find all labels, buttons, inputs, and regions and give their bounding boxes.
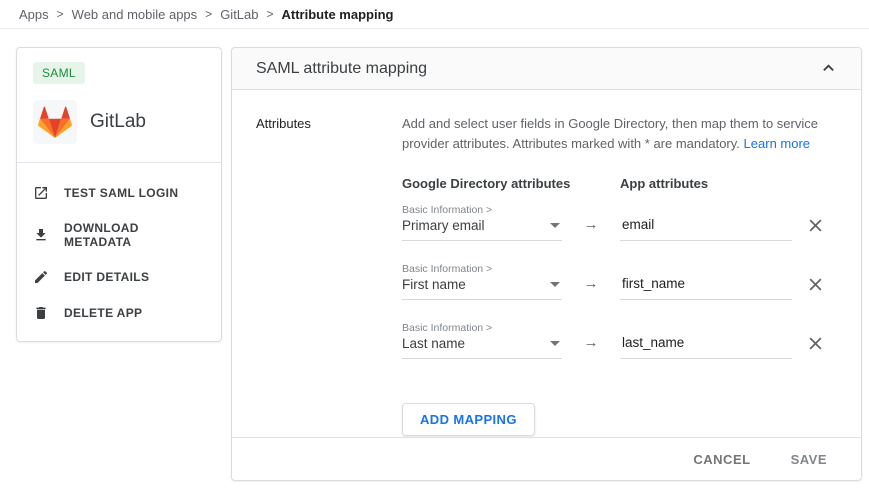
app-attribute-input[interactable] — [620, 335, 792, 359]
selected-directory-attribute: Last name — [402, 336, 562, 351]
chevron-up-icon — [822, 62, 835, 75]
panel-title: SAML attribute mapping — [256, 60, 427, 78]
directory-attribute-select[interactable]: Basic Information > Last name — [402, 322, 562, 359]
close-icon — [808, 336, 823, 351]
arrow-drop-down-icon — [550, 282, 560, 287]
app-name: GitLab — [90, 111, 146, 133]
app-actions-menu: TEST SAML LOGIN DOWNLOAD METADATA EDIT D… — [17, 163, 221, 341]
attributes-section-label: Attributes — [256, 114, 402, 437]
add-mapping-button[interactable]: ADD MAPPING — [402, 403, 535, 436]
breadcrumb-apps[interactable]: Apps — [19, 7, 49, 22]
breadcrumb-web-and-mobile-apps[interactable]: Web and mobile apps — [72, 7, 198, 22]
menu-item-label: DOWNLOAD METADATA — [64, 221, 205, 249]
mapping-table: Google Directory attributes App attribut… — [402, 176, 837, 436]
open-in-new-icon — [33, 185, 49, 201]
attributes-description: Add and select user fields in Google Dir… — [402, 114, 837, 154]
mapping-row: Basic Information > Primary email → — [402, 204, 837, 241]
app-attribute-input[interactable] — [620, 217, 792, 241]
menu-item-label: TEST SAML LOGIN — [64, 186, 178, 200]
directory-attribute-select[interactable]: Basic Information > Primary email — [402, 204, 562, 241]
close-icon — [808, 218, 823, 233]
collapse-panel-button[interactable] — [820, 60, 837, 77]
pencil-icon — [33, 269, 49, 285]
close-icon — [808, 277, 823, 292]
breadcrumb-attribute-mapping: Attribute mapping — [282, 7, 394, 22]
app-summary-card: SAML GitLab TEST SAML LOGIN — [16, 47, 222, 342]
remove-mapping-button[interactable] — [806, 216, 825, 235]
selected-directory-attribute: Primary email — [402, 218, 562, 233]
breadcrumb-separator: > — [57, 7, 64, 21]
directory-attribute-select[interactable]: Basic Information > First name — [402, 263, 562, 300]
attribute-category: Basic Information > — [402, 263, 562, 275]
attribute-category: Basic Information > — [402, 322, 562, 334]
test-saml-login-button[interactable]: TEST SAML LOGIN — [17, 175, 221, 211]
save-button[interactable]: SAVE — [779, 444, 839, 475]
cancel-button[interactable]: CANCEL — [681, 444, 762, 475]
app-identity: GitLab — [17, 98, 221, 162]
trash-icon — [33, 305, 49, 321]
saml-attribute-mapping-panel: SAML attribute mapping Attributes Add an… — [231, 47, 862, 481]
saml-badge: SAML — [33, 62, 85, 84]
attributes-section-content: Add and select user fields in Google Dir… — [402, 114, 837, 437]
breadcrumb-separator: > — [267, 7, 274, 21]
edit-details-button[interactable]: EDIT DETAILS — [17, 259, 221, 295]
mapping-row: Basic Information > First name → — [402, 263, 837, 300]
breadcrumb-gitlab[interactable]: GitLab — [220, 7, 258, 22]
menu-item-label: EDIT DETAILS — [64, 270, 149, 284]
mapping-table-header: Google Directory attributes App attribut… — [402, 176, 837, 191]
breadcrumb: Apps > Web and mobile apps > GitLab > At… — [0, 0, 869, 29]
app-attributes-column-header: App attributes — [620, 176, 708, 191]
selected-directory-attribute: First name — [402, 277, 562, 292]
google-directory-attributes-column-header: Google Directory attributes — [402, 176, 620, 191]
gitlab-tanuki-icon — [33, 100, 77, 144]
download-metadata-button[interactable]: DOWNLOAD METADATA — [17, 211, 221, 259]
right-arrow-icon: → — [562, 275, 620, 300]
remove-mapping-button[interactable] — [806, 334, 825, 353]
panel-header[interactable]: SAML attribute mapping — [232, 48, 861, 90]
attribute-category: Basic Information > — [402, 204, 562, 216]
mapping-row: Basic Information > Last name → — [402, 322, 837, 359]
panel-footer: CANCEL SAVE — [232, 437, 861, 480]
menu-item-label: DELETE APP — [64, 306, 142, 320]
app-attribute-input[interactable] — [620, 276, 792, 300]
delete-app-button[interactable]: DELETE APP — [17, 295, 221, 331]
right-arrow-icon: → — [562, 216, 620, 241]
page-content: SAML GitLab TEST SAML LOGIN — [0, 29, 869, 481]
breadcrumb-separator: > — [205, 7, 212, 21]
remove-mapping-button[interactable] — [806, 275, 825, 294]
arrow-drop-down-icon — [550, 341, 560, 346]
panel-body: Attributes Add and select user fields in… — [232, 90, 861, 437]
learn-more-link[interactable]: Learn more — [744, 136, 810, 151]
arrow-drop-down-icon — [550, 223, 560, 228]
download-icon — [33, 227, 49, 243]
right-arrow-icon: → — [562, 334, 620, 359]
